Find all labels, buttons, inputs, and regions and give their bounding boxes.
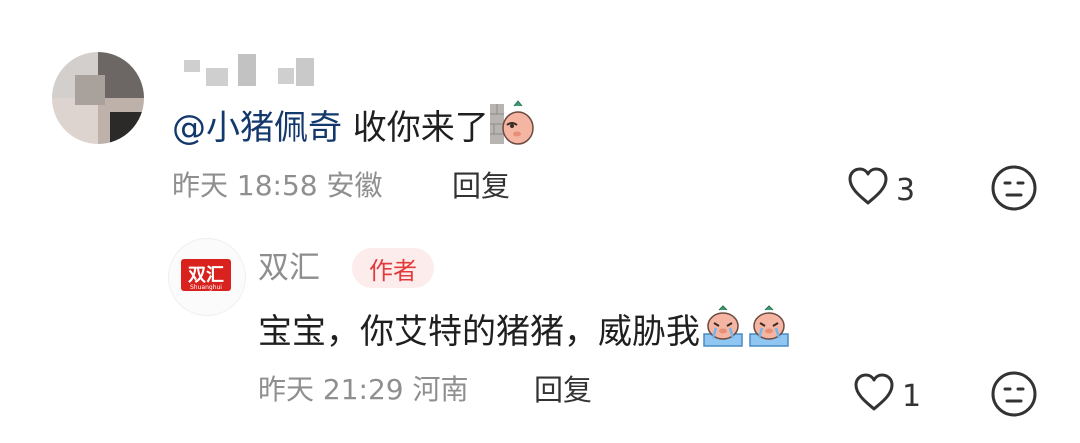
- username-blurred: [178, 50, 328, 90]
- author-badge: 作者: [352, 248, 434, 288]
- reply-like-count: 1: [902, 378, 922, 414]
- crying-pig-sticker-icon: [746, 304, 792, 363]
- reply-button[interactable]: 回复: [452, 166, 510, 206]
- comment-time: 昨天 18:58: [172, 169, 318, 202]
- heart-icon: [852, 372, 896, 420]
- author-avatar[interactable]: 双汇 Shuanghui: [168, 238, 246, 316]
- reply-time: 昨天 21:29: [258, 373, 404, 406]
- pig-peek-sticker-icon: [489, 100, 535, 159]
- comment-text: @小猪佩奇 收你来了: [172, 100, 535, 159]
- like-button[interactable]: 3: [846, 166, 915, 214]
- neutral-face-icon[interactable]: [990, 164, 1038, 212]
- reply-like-button[interactable]: 1: [852, 372, 921, 420]
- comment-body: 收你来了: [342, 108, 489, 148]
- reply-body: 宝宝，你艾特的猪猪，威胁我: [258, 312, 700, 352]
- avatar[interactable]: [52, 52, 144, 144]
- crying-pig-sticker-icon: [700, 304, 746, 363]
- reply-meta: 昨天 21:29 河南: [258, 370, 469, 410]
- neutral-face-icon[interactable]: [990, 370, 1038, 418]
- mention-link[interactable]: @小猪佩奇: [172, 108, 342, 148]
- reply-reply-button[interactable]: 回复: [534, 370, 592, 410]
- comment-location: 安徽: [326, 169, 383, 202]
- logo-subtext: Shuanghui: [190, 284, 222, 291]
- comment-meta: 昨天 18:58 安徽: [172, 166, 383, 206]
- author-name[interactable]: 双汇: [258, 248, 320, 288]
- like-count: 3: [896, 172, 916, 208]
- reply-location: 河南: [412, 373, 469, 406]
- reply-text: 宝宝，你艾特的猪猪，威胁我: [258, 304, 792, 363]
- heart-icon: [846, 166, 890, 214]
- logo-text: 双汇: [188, 265, 224, 286]
